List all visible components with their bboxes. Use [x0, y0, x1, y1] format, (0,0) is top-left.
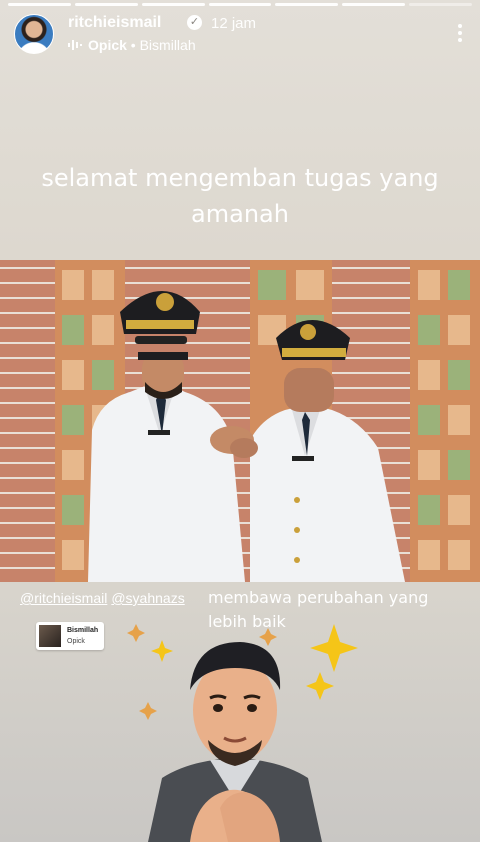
story-progress-bar: [8, 3, 473, 6]
mention-stickers: @ritchieismail @syahnazs: [20, 590, 189, 606]
post-time: 12 jam: [211, 15, 257, 32]
username[interactable]: ritchieismail: [68, 14, 161, 32]
progress-segment: [8, 3, 71, 6]
music-song: Bismillah: [139, 37, 196, 53]
progress-segment: [342, 3, 406, 6]
mention-ritchieismail[interactable]: @ritchieismail: [20, 590, 107, 606]
photo-illustration: [55, 260, 480, 582]
avatar-sticker: [127, 624, 358, 842]
mention-syahnazs[interactable]: @syahnazs: [111, 590, 184, 606]
verified-badge-icon: ✓: [187, 15, 202, 30]
progress-segment: [208, 3, 272, 6]
caption-line-2: amanah: [191, 200, 289, 228]
profile-avatar[interactable]: [14, 14, 54, 54]
progress-segment: [74, 3, 138, 6]
music-title: Opick: [88, 37, 127, 53]
music-sticker-artist: Opick: [67, 638, 85, 645]
music-sticker-title: Bismillah: [67, 627, 99, 634]
story-caption-text: selamat mengemban tugas yang amanah: [40, 160, 440, 232]
progress-segment: [409, 3, 473, 6]
music-separator: •: [126, 37, 140, 53]
story-header: ritchieismail ✓ 12 jam Opick • Bismillah: [14, 12, 470, 56]
sound-wave-icon: [68, 40, 82, 50]
breeze-block-wall-right: [410, 260, 480, 582]
progress-segment: [275, 3, 339, 6]
music-sticker[interactable]: Bismillah Opick: [36, 622, 104, 650]
album-cover: [39, 625, 61, 647]
more-vertical-icon[interactable]: [458, 22, 462, 44]
caption-line-1: selamat mengemban tugas yang: [41, 164, 439, 192]
music-info[interactable]: Opick • Bismillah: [88, 37, 196, 53]
story-photo: [0, 260, 480, 582]
progress-segment: [141, 3, 205, 6]
